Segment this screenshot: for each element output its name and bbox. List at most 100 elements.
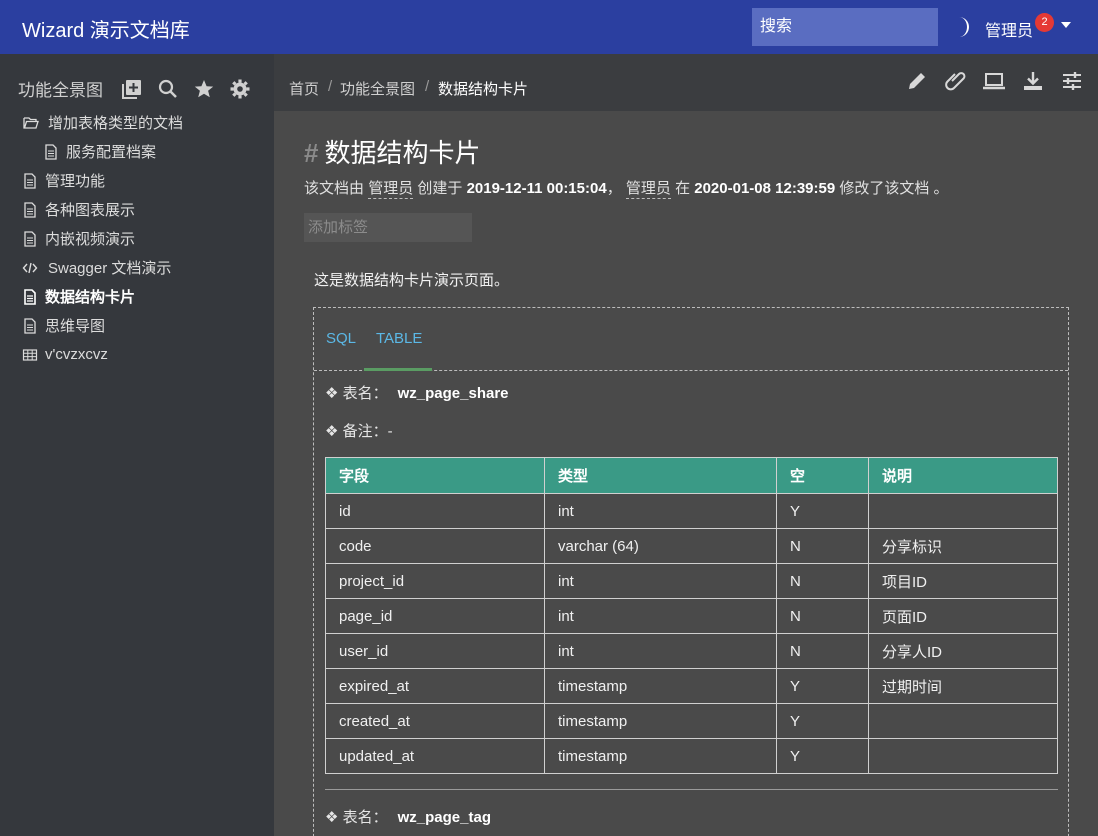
document-icon bbox=[24, 288, 36, 305]
editor-link[interactable]: 管理员 bbox=[625, 180, 671, 199]
folder-open-icon bbox=[23, 116, 39, 129]
sidebar-item-label: v'cvzxcvz bbox=[45, 346, 108, 363]
table-name: wz_page_share bbox=[397, 385, 509, 402]
top-bar: Wizard 演示文档库 管理员 2 bbox=[0, 0, 1098, 54]
page-title: # 数据结构卡片 bbox=[304, 133, 480, 170]
table-row: project_id int N 项目ID bbox=[325, 563, 1058, 599]
sidebar-item-video[interactable]: 内嵌视频演示 bbox=[0, 224, 274, 253]
table-row: page_id int N 页面ID bbox=[325, 598, 1058, 634]
meta-sep: ， bbox=[606, 180, 622, 197]
search-icon[interactable] bbox=[157, 78, 179, 100]
field-desc bbox=[868, 738, 1058, 774]
document-meta: 该文档由 管理员 创建于 2019-12-11 00:15:04， 管理员 在 … bbox=[304, 177, 949, 199]
field-type: timestamp bbox=[544, 738, 777, 774]
field-nullable: N bbox=[776, 563, 869, 599]
table-row: updated_at timestamp Y bbox=[325, 738, 1058, 774]
field-nullable: Y bbox=[776, 703, 869, 739]
sidebar-item-label: 增加表格类型的文档 bbox=[48, 115, 184, 132]
sidebar-item-label: 内嵌视频演示 bbox=[45, 231, 136, 248]
table-icon bbox=[22, 348, 38, 361]
gear-icon[interactable] bbox=[229, 78, 251, 100]
tag-input[interactable] bbox=[304, 213, 472, 242]
tab-sql[interactable]: SQL bbox=[326, 330, 356, 347]
table-row: user_id int N 分享人ID bbox=[325, 633, 1058, 669]
card-tabs: SQL TABLE bbox=[314, 308, 1068, 371]
sidebar-item-label: 管理功能 bbox=[45, 173, 106, 190]
field-name: user_id bbox=[325, 633, 545, 669]
sidebar-item-admin[interactable]: 管理功能 bbox=[0, 166, 274, 195]
column-header: 类型 bbox=[544, 457, 777, 494]
sidebar-item-table-sheet[interactable]: v'cvzxcvz bbox=[0, 340, 274, 369]
breadcrumb-overview[interactable]: 功能全景图 bbox=[340, 78, 415, 99]
field-name: id bbox=[325, 493, 545, 529]
field-type: timestamp bbox=[544, 703, 777, 739]
meta-edited-label: 在 bbox=[675, 180, 691, 197]
sidebar-item-service-config[interactable]: 服务配置档案 bbox=[0, 137, 274, 166]
field-nullable: N bbox=[776, 633, 869, 669]
user-menu-label[interactable]: 管理员 bbox=[985, 17, 1033, 41]
star-icon[interactable] bbox=[193, 78, 215, 100]
sidebar-item-label: 服务配置档案 bbox=[66, 144, 157, 161]
breadcrumb-separator: / bbox=[425, 78, 430, 95]
sidebar-item-mindmap[interactable]: 思维导图 bbox=[0, 311, 274, 340]
sidebar-heading[interactable]: 功能全景图 bbox=[18, 76, 103, 101]
tab-table[interactable]: TABLE bbox=[376, 330, 422, 347]
dark-mode-icon[interactable] bbox=[953, 15, 973, 39]
sidebar-item-label: 思维导图 bbox=[45, 318, 106, 335]
table-name: wz_page_tag bbox=[397, 809, 491, 826]
laptop-icon[interactable] bbox=[982, 69, 1006, 93]
active-tab-indicator bbox=[364, 368, 432, 371]
field-name: created_at bbox=[325, 703, 545, 739]
field-nullable: Y bbox=[776, 493, 869, 529]
field-nullable: N bbox=[776, 598, 869, 634]
creator-link[interactable]: 管理员 bbox=[368, 180, 414, 199]
fields-table: 字段 类型 空 说明 id int Y code varchar (64) N 分享标识 … bbox=[325, 457, 1058, 774]
search-input[interactable] bbox=[752, 8, 938, 46]
breadcrumb-home[interactable]: 首页 bbox=[289, 78, 319, 99]
breadcrumb-bar: 首页 / 功能全景图 / 数据结构卡片 bbox=[274, 54, 1098, 111]
remark-row: ❖ 备注：- bbox=[325, 420, 393, 441]
document-icon bbox=[24, 172, 36, 189]
edited-time: 2020-01-08 12:39:59 bbox=[694, 180, 836, 197]
document-icon bbox=[45, 143, 57, 160]
field-nullable: Y bbox=[776, 668, 869, 704]
sidebar-item-charts[interactable]: 各种图表展示 bbox=[0, 195, 274, 224]
breadcrumb-separator: / bbox=[328, 78, 333, 95]
intro-text: 这是数据结构卡片演示页面。 bbox=[314, 272, 510, 289]
meta-suffix: 修改了该文档 。 bbox=[839, 180, 949, 197]
download-icon[interactable] bbox=[1021, 69, 1045, 93]
settings-sliders-icon[interactable] bbox=[1060, 69, 1084, 93]
table-header-row: 字段 类型 空 说明 bbox=[325, 457, 1058, 494]
chevron-down-icon[interactable] bbox=[1061, 22, 1071, 28]
field-desc: 分享标识 bbox=[868, 528, 1058, 564]
page-title-text: 数据结构卡片 bbox=[324, 138, 481, 168]
edit-icon[interactable] bbox=[905, 69, 929, 93]
add-document-icon[interactable] bbox=[121, 78, 143, 100]
app-title[interactable]: Wizard 演示文档库 bbox=[22, 14, 190, 43]
field-desc: 项目ID bbox=[868, 563, 1058, 599]
field-desc bbox=[868, 703, 1058, 739]
table-name-label: ❖ 表名： bbox=[325, 385, 388, 402]
table-name-label: ❖ 表名： bbox=[325, 809, 388, 826]
next-table-name-row: ❖ 表名： wz_page_tag bbox=[325, 806, 491, 827]
table-row: code varchar (64) N 分享标识 bbox=[325, 528, 1058, 564]
breadcrumb-current: 数据结构卡片 bbox=[438, 81, 529, 98]
field-type: timestamp bbox=[544, 668, 777, 704]
field-desc: 页面ID bbox=[868, 598, 1058, 634]
column-header: 说明 bbox=[868, 457, 1058, 494]
column-header: 空 bbox=[776, 457, 869, 494]
sidebar-item-data-card[interactable]: 数据结构卡片 bbox=[0, 282, 274, 311]
field-name: updated_at bbox=[325, 738, 545, 774]
field-nullable: N bbox=[776, 528, 869, 564]
field-nullable: Y bbox=[776, 738, 869, 774]
sidebar-item-table-doc[interactable]: 增加表格类型的文档 bbox=[0, 108, 274, 137]
remark-label: ❖ 备注： bbox=[325, 423, 388, 440]
notification-badge[interactable]: 2 bbox=[1035, 13, 1054, 32]
sidebar-item-swagger[interactable]: Swagger 文档演示 bbox=[0, 253, 274, 282]
sidebar-item-label: 数据结构卡片 bbox=[45, 289, 136, 306]
table-row: created_at timestamp Y bbox=[325, 703, 1058, 739]
sidebar-item-label: Swagger 文档演示 bbox=[48, 260, 172, 277]
attachment-icon[interactable] bbox=[944, 69, 968, 93]
created-time: 2019-12-11 00:15:04 bbox=[466, 180, 607, 197]
code-icon bbox=[22, 262, 38, 273]
